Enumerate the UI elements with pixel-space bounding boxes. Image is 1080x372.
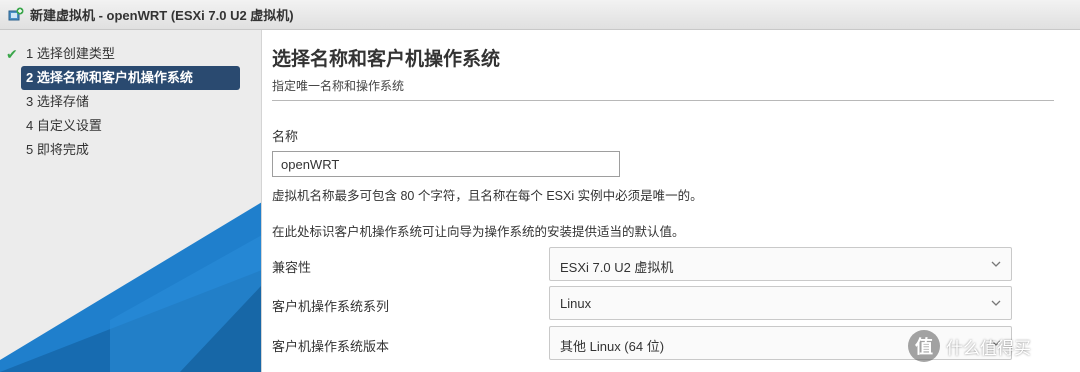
wizard-step-finish[interactable]: 5 即将完成 xyxy=(0,138,261,162)
os-family-select[interactable]: Linux xyxy=(549,286,1012,320)
os-family-row: 客户机操作系统系列 Linux xyxy=(272,286,1014,322)
os-version-value: 其他 Linux (64 位) xyxy=(560,339,665,354)
watermark-logo-icon: 值 xyxy=(908,330,940,362)
name-label: 名称 xyxy=(272,129,299,144)
wizard-step-label: 5 即将完成 xyxy=(26,142,89,157)
window-titlebar: 新建虚拟机 - openWRT (ESXi 7.0 U2 虚拟机) xyxy=(0,0,1080,30)
wizard-step-label: 2 选择名称和客户机操作系统 xyxy=(26,70,193,85)
wizard-step-select-type[interactable]: ✔ 1 选择创建类型 xyxy=(0,42,261,66)
os-info-text: 在此处标识客户机操作系统可让向导为操作系统的安装提供适当的默认值。 xyxy=(272,225,685,239)
checkmark-icon: ✔ xyxy=(6,46,18,62)
wizard-step-label: 1 选择创建类型 xyxy=(26,46,115,61)
watermark-text: 什么值得买 xyxy=(946,338,1031,358)
os-family-value: Linux xyxy=(560,296,592,311)
wizard-steps: ✔ 1 选择创建类型 2 选择名称和客户机操作系统 3 选择存储 4 自定义设置… xyxy=(0,42,261,162)
compatibility-select[interactable]: ESXi 7.0 U2 虚拟机 xyxy=(549,247,1012,281)
page-subtitle: 指定唯一名称和操作系统 xyxy=(272,79,405,93)
wizard-step-storage[interactable]: 3 选择存储 xyxy=(0,90,261,114)
wizard-sidebar: ✔ 1 选择创建类型 2 选择名称和客户机操作系统 3 选择存储 4 自定义设置… xyxy=(0,30,262,372)
os-version-label: 客户机操作系统版本 xyxy=(272,339,390,354)
compatibility-label: 兼容性 xyxy=(272,260,312,275)
wizard-step-name-os[interactable]: 2 选择名称和客户机操作系统 xyxy=(21,66,240,90)
vm-add-icon xyxy=(8,7,24,20)
wizard-step-customize[interactable]: 4 自定义设置 xyxy=(0,114,261,138)
compatibility-row: 兼容性 ESXi 7.0 U2 虚拟机 xyxy=(272,247,1014,283)
os-version-row: 客户机操作系统版本 其他 Linux (64 位) xyxy=(272,326,1014,362)
watermark: 值 什么值得买 xyxy=(908,328,1031,364)
os-family-label: 客户机操作系统系列 xyxy=(272,299,390,314)
window-title: 新建虚拟机 - openWRT (ESXi 7.0 U2 虚拟机) xyxy=(30,8,294,23)
name-hint: 虚拟机名称最多可包含 80 个字符，且名称在每个 ESXi 实例中必须是唯一的。 xyxy=(272,189,703,203)
compatibility-value: ESXi 7.0 U2 虚拟机 xyxy=(560,260,674,275)
wizard-step-label: 3 选择存储 xyxy=(26,94,89,109)
chevron-down-icon xyxy=(991,261,1001,267)
vm-name-input[interactable] xyxy=(272,151,620,177)
page-title: 选择名称和客户机操作系统 xyxy=(272,49,501,70)
divider xyxy=(272,100,1054,101)
chevron-down-icon xyxy=(991,300,1001,306)
wizard-step-label: 4 自定义设置 xyxy=(26,118,102,133)
